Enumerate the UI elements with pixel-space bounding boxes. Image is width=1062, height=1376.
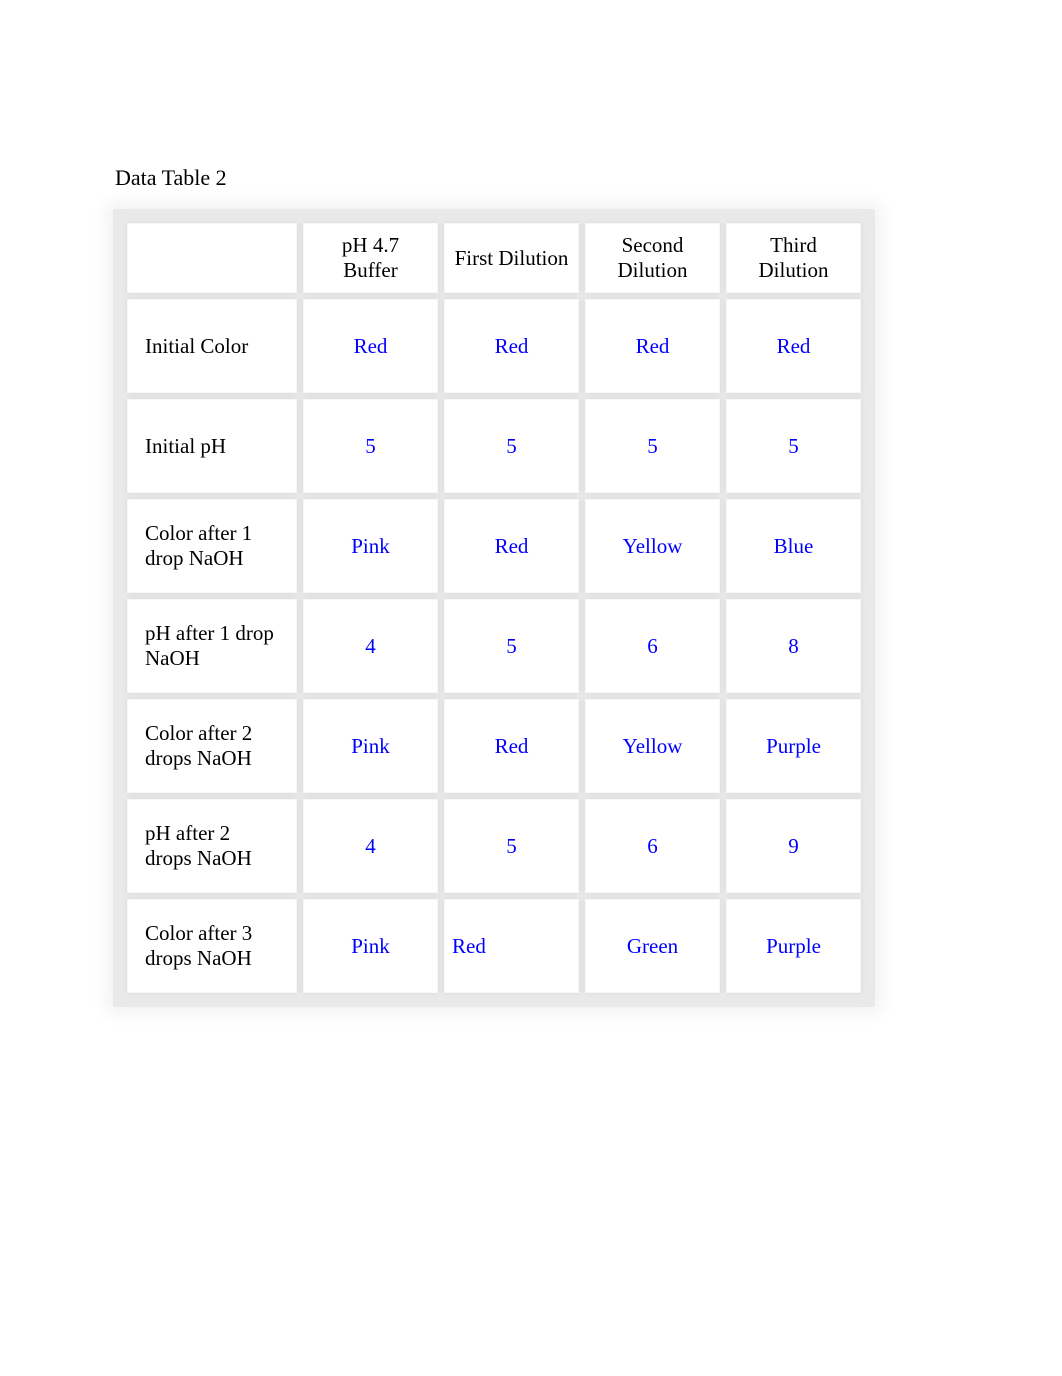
table-cell: Red	[444, 699, 579, 793]
table-cell: Yellow	[585, 499, 720, 593]
header-second-dilution: Second Dilution	[585, 223, 720, 293]
table-cell: 5	[303, 399, 438, 493]
table-row: Initial Color Red Red Red Red	[127, 299, 861, 393]
row-label: pH after 1 drop NaOH	[127, 599, 297, 693]
data-table: pH 4.7 Buffer First Dilution Second Dilu…	[121, 217, 867, 999]
table-cell: Pink	[303, 899, 438, 993]
table-cell: Blue	[726, 499, 861, 593]
table-cell: 5	[585, 399, 720, 493]
row-label: Initial Color	[127, 299, 297, 393]
row-label: Color after 1 drop NaOH	[127, 499, 297, 593]
table-row: pH after 1 drop NaOH 4 5 6 8	[127, 599, 861, 693]
table-cell: Purple	[726, 899, 861, 993]
header-buffer: pH 4.7 Buffer	[303, 223, 438, 293]
table-cell: 6	[585, 799, 720, 893]
table-cell: Pink	[303, 699, 438, 793]
table-cell: Purple	[726, 699, 861, 793]
table-cell: Red	[444, 499, 579, 593]
table-cell: 5	[726, 399, 861, 493]
table-title: Data Table 2	[113, 165, 1062, 191]
row-label: pH after 2 drops NaOH	[127, 799, 297, 893]
header-third-dilution: Third Dilution	[726, 223, 861, 293]
data-table-container: pH 4.7 Buffer First Dilution Second Dilu…	[113, 209, 875, 1007]
table-cell: Yellow	[585, 699, 720, 793]
table-cell: 6	[585, 599, 720, 693]
table-cell: Red	[444, 299, 579, 393]
header-blank	[127, 223, 297, 293]
header-first-dilution: First Dilution	[444, 223, 579, 293]
table-cell: 5	[444, 399, 579, 493]
table-cell: 9	[726, 799, 861, 893]
table-cell: 4	[303, 799, 438, 893]
table-cell: 5	[444, 599, 579, 693]
row-label: Color after 3 drops NaOH	[127, 899, 297, 993]
table-cell: Green	[585, 899, 720, 993]
table-cell: Red	[303, 299, 438, 393]
table-cell: 8	[726, 599, 861, 693]
table-cell: Pink	[303, 499, 438, 593]
table-row: pH after 2 drops NaOH 4 5 6 9	[127, 799, 861, 893]
row-label: Initial pH	[127, 399, 297, 493]
table-cell: Red	[726, 299, 861, 393]
table-row: Color after 2 drops NaOH Pink Red Yellow…	[127, 699, 861, 793]
table-row: Initial pH 5 5 5 5	[127, 399, 861, 493]
table-row: Color after 1 drop NaOH Pink Red Yellow …	[127, 499, 861, 593]
table-cell: 5	[444, 799, 579, 893]
table-row: Color after 3 drops NaOH Pink Red Green …	[127, 899, 861, 993]
table-cell: Red	[585, 299, 720, 393]
table-cell: 4	[303, 599, 438, 693]
table-cell: Red	[444, 899, 579, 993]
row-label: Color after 2 drops NaOH	[127, 699, 297, 793]
